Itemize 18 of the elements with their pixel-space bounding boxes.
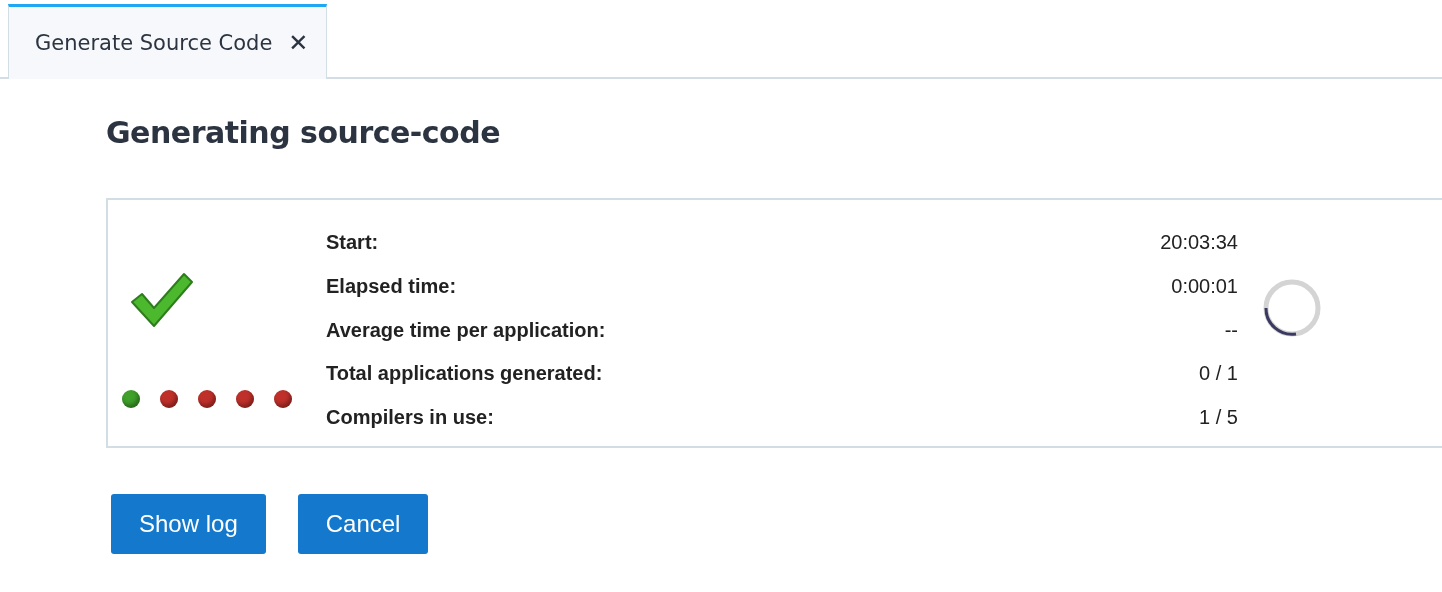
stat-value: 20:03:34 xyxy=(1160,230,1238,255)
tab[interactable]: Generate Source Code ✕ xyxy=(8,4,328,79)
close-icon[interactable]: ✕ xyxy=(288,29,309,57)
stat-value: 1 / 5 xyxy=(1199,405,1238,431)
stat-label: Elapsed time: xyxy=(326,273,457,299)
stat-value: 0:00:01 xyxy=(1171,273,1238,299)
stat-label: Compilers in use: xyxy=(326,405,494,431)
stat-label: Start: xyxy=(326,230,379,255)
stat-label: Average time per application: xyxy=(326,317,606,343)
tab-label: Generate Source Code xyxy=(35,31,273,55)
loading-spinner-icon xyxy=(1262,278,1322,338)
stat-value: -- xyxy=(1224,317,1238,343)
checkmark-icon xyxy=(130,270,194,328)
stat-label: Total applications generated: xyxy=(326,361,603,387)
page-title: Generating source-code xyxy=(106,115,502,150)
stat-value: 0 / 1 xyxy=(1199,361,1238,387)
show-log-button[interactable]: Show log xyxy=(111,494,266,554)
cancel-button[interactable]: Cancel xyxy=(297,494,429,554)
